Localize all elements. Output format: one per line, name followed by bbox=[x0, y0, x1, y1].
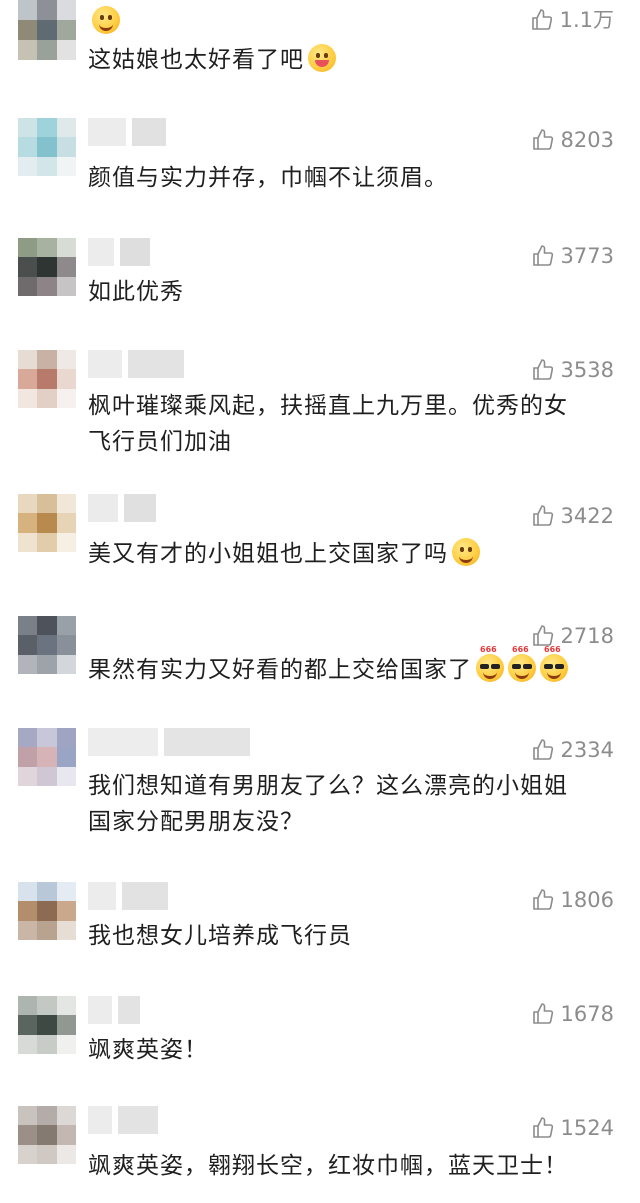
comment-text-line: 枫叶璀璨乘风起，扶摇直上九万里。优秀的女 bbox=[88, 393, 568, 419]
like-count: 3538 bbox=[560, 358, 614, 382]
avatar[interactable] bbox=[18, 616, 76, 674]
thumbs-up-icon bbox=[531, 9, 552, 30]
like-button[interactable]: 3773 bbox=[531, 244, 614, 268]
like-button[interactable]: 8203 bbox=[531, 128, 614, 152]
like-button[interactable]: 1524 bbox=[531, 1116, 614, 1140]
like-count: 1524 bbox=[560, 1116, 614, 1140]
comment-text-line: 果然有实力又好看的都上交给国家了 bbox=[88, 657, 472, 683]
comment-text-line: 颜值与实力并存，巾帼不让须眉。 bbox=[88, 165, 448, 191]
avatar[interactable] bbox=[18, 494, 76, 552]
comment-text: 美又有才的小姐姐也上交国家了吗 bbox=[88, 536, 640, 572]
comment-text: 果然有实力又好看的都上交给国家了 666 666 666 bbox=[88, 646, 640, 688]
avatar[interactable] bbox=[18, 350, 76, 408]
username-blurred bbox=[88, 494, 156, 522]
like-count: 3422 bbox=[560, 504, 614, 528]
cool-666-emoji-icon: 666 bbox=[508, 646, 536, 682]
avatar[interactable] bbox=[18, 996, 76, 1054]
avatar[interactable] bbox=[18, 728, 76, 786]
avatar[interactable] bbox=[18, 882, 76, 940]
like-button[interactable]: 3538 bbox=[531, 358, 614, 382]
like-button[interactable]: 2334 bbox=[531, 738, 614, 762]
thumbs-up-icon bbox=[532, 505, 553, 526]
comment-text: 我们想知道有男朋友了么？这么漂亮的小姐姐 国家分配男朋友没？ bbox=[88, 768, 640, 840]
thumbs-up-icon bbox=[532, 245, 553, 266]
thumbs-up-icon bbox=[532, 739, 553, 760]
comment-text-line: 我也想女儿培养成飞行员 bbox=[88, 923, 352, 949]
thumbs-up-icon bbox=[532, 1117, 553, 1138]
comment-text-line: 这姑娘也太好看了吧 bbox=[88, 47, 304, 73]
like-button[interactable]: 3422 bbox=[531, 504, 614, 528]
comment-text-line: 如此优秀 bbox=[88, 279, 184, 305]
like-count: 2718 bbox=[560, 624, 614, 648]
username-blurred bbox=[88, 238, 150, 266]
comment-text-line: 飞行员们加油 bbox=[88, 429, 232, 455]
comment-text: 颜值与实力并存，巾帼不让须眉。 bbox=[88, 160, 640, 196]
like-button[interactable]: 1.1万 bbox=[530, 8, 614, 32]
avatar[interactable] bbox=[18, 238, 76, 296]
like-button[interactable]: 1678 bbox=[531, 1002, 614, 1026]
avatar[interactable] bbox=[18, 118, 76, 176]
comment-text: 如此优秀 bbox=[88, 274, 640, 310]
comment-text-line: 国家分配男朋友没？ bbox=[88, 809, 304, 835]
username-blurred bbox=[88, 1106, 158, 1134]
smile-emoji-icon bbox=[92, 6, 120, 34]
comment-text: 枫叶璀璨乘风起，扶摇直上九万里。优秀的女 飞行员们加油 bbox=[88, 388, 640, 460]
comment-text-line: 美又有才的小姐姐也上交国家了吗 bbox=[88, 541, 448, 567]
comment-text: 飒爽英姿！ bbox=[88, 1032, 640, 1068]
comment-text: 这姑娘也太好看了吧 bbox=[88, 42, 640, 78]
username-blurred bbox=[88, 350, 184, 378]
like-count: 8203 bbox=[560, 128, 614, 152]
like-count: 2334 bbox=[560, 738, 614, 762]
avatar[interactable] bbox=[18, 0, 76, 60]
thumbs-up-icon bbox=[532, 1003, 553, 1024]
thumbs-up-icon bbox=[532, 129, 553, 150]
comment-text: 我也想女儿培养成飞行员 bbox=[88, 918, 640, 954]
like-count: 1.1万 bbox=[559, 8, 614, 32]
avatar[interactable] bbox=[18, 1106, 76, 1164]
comment-text-line: 飒爽英姿，翱翔长空，红妆巾帼，蓝天卫士！ bbox=[88, 1153, 568, 1179]
comment-text-line: 飒爽英姿！ bbox=[88, 1037, 208, 1063]
like-count: 1678 bbox=[560, 1002, 614, 1026]
like-count: 1806 bbox=[560, 888, 614, 912]
cool-666-emoji-icon: 666 bbox=[540, 646, 568, 682]
username-blurred bbox=[88, 996, 140, 1024]
grin-emoji-icon bbox=[452, 538, 480, 566]
cool-666-emoji-icon: 666 bbox=[476, 646, 504, 682]
comment-text: 飒爽英姿，翱翔长空，红妆巾帼，蓝天卫士！ bbox=[88, 1148, 640, 1184]
tongue-emoji-icon bbox=[308, 44, 336, 72]
like-count: 3773 bbox=[560, 244, 614, 268]
thumbs-up-icon bbox=[532, 359, 553, 380]
like-button[interactable]: 1806 bbox=[531, 888, 614, 912]
comment-text-line: 我们想知道有男朋友了么？这么漂亮的小姐姐 bbox=[88, 773, 568, 799]
username-blurred bbox=[88, 118, 166, 146]
thumbs-up-icon bbox=[532, 889, 553, 910]
username-blurred bbox=[88, 728, 250, 756]
username-blurred bbox=[88, 882, 168, 910]
